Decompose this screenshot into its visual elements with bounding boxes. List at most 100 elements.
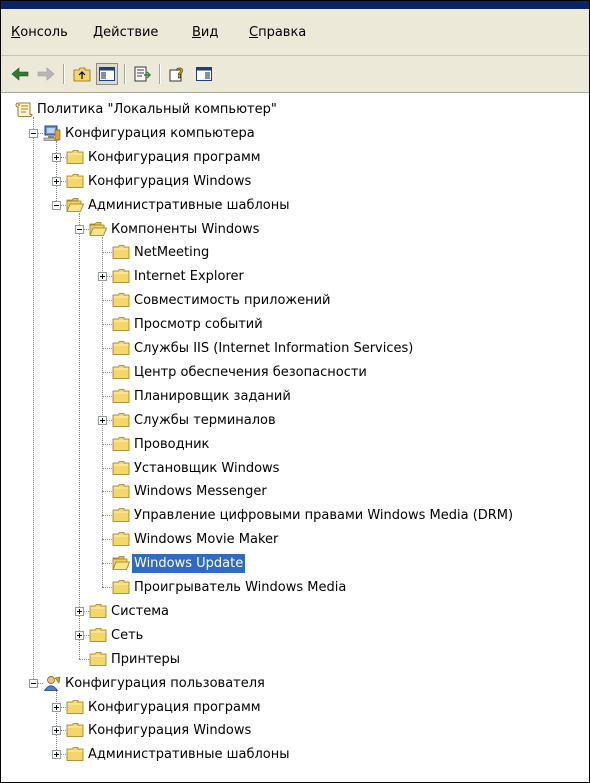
tree-node-label: Политика "Локальный компьютер" <box>37 102 277 117</box>
tree-node[interactable]: Установщик Windows <box>132 457 281 480</box>
tree-connector-line <box>102 371 112 373</box>
svg-text:?: ? <box>176 67 184 82</box>
tree-node[interactable]: Конфигурация программ <box>86 146 263 169</box>
menu-action-label: ействие <box>103 25 159 40</box>
console-tree: Политика "Локальный компьютер" Конфигурац… <box>1 93 589 782</box>
help-button[interactable]: ? <box>167 63 189 85</box>
tree-connector-line <box>102 563 112 565</box>
tree-connector-line <box>102 395 112 397</box>
folder-icon <box>66 722 84 738</box>
tree-node[interactable]: Конфигурация Windows <box>86 719 253 742</box>
tree-node-label: Проигрыватель Windows Media <box>134 580 347 595</box>
folder-open-icon <box>66 197 85 213</box>
expand-icon[interactable] <box>75 606 84 616</box>
folder-icon <box>66 173 84 189</box>
tree-node-label: Проводник <box>134 436 210 452</box>
folder-icon <box>66 746 84 762</box>
folder-icon <box>112 292 130 308</box>
tree-node[interactable]: Политика "Локальный компьютер" <box>35 98 279 121</box>
tree-node[interactable]: NetMeeting <box>132 241 211 264</box>
show-hide-tree-icon <box>99 67 115 81</box>
tree-node[interactable]: Конфигурация компьютера <box>63 122 257 145</box>
export-list-button[interactable] <box>131 63 153 85</box>
menu-help[interactable]: Справка <box>249 25 306 40</box>
tree-node[interactable]: Windows Update <box>132 552 246 575</box>
tree-node[interactable]: Административные шаблоны <box>86 743 292 766</box>
folder-icon <box>89 651 107 667</box>
tree-node-label: Центр обеспечения безопасности <box>134 364 367 380</box>
expand-icon[interactable] <box>52 750 61 760</box>
tree-node-label: Конфигурация пользователя <box>65 675 265 691</box>
tree-node[interactable]: Просмотр событий <box>132 313 265 336</box>
tree-node-label: Административные шаблоны <box>88 747 290 763</box>
up-one-level-button[interactable] <box>71 63 93 85</box>
tree-node-label: Установщик Windows <box>134 460 280 476</box>
tree-node[interactable]: Управление цифровыми правами Windows Med… <box>132 504 515 527</box>
up-folder-icon <box>73 67 91 82</box>
tree-node[interactable]: Конфигурация программ <box>86 696 263 719</box>
tree-node[interactable]: Конфигурация Windows <box>86 170 253 193</box>
tree-node[interactable]: Windows Messenger <box>132 480 269 503</box>
folder-icon <box>112 268 130 284</box>
collapse-icon[interactable] <box>29 678 38 688</box>
folder-icon <box>112 364 130 380</box>
title-bar-edge <box>1 1 589 9</box>
expand-icon[interactable] <box>52 702 61 712</box>
toolbar-separator <box>159 64 161 84</box>
folder-icon <box>89 603 107 619</box>
expand-icon[interactable] <box>52 152 61 162</box>
expand-icon[interactable] <box>98 272 107 282</box>
collapse-icon[interactable] <box>75 224 84 234</box>
tree-node[interactable]: Службы терминалов <box>132 409 278 432</box>
tree-node-label: Принтеры <box>111 651 181 667</box>
tree-node-label: Windows Movie Maker <box>134 532 279 548</box>
show-hide-tree-button[interactable] <box>96 63 118 85</box>
tree-connector-line <box>102 515 112 517</box>
tree-node[interactable]: Совместимость приложений <box>132 289 333 312</box>
tree-node[interactable]: Internet Explorer <box>132 265 246 288</box>
folder-icon <box>112 531 130 547</box>
tree-connector-line <box>102 539 112 541</box>
tree-node-label: Совместимость приложений <box>134 293 331 309</box>
menu-action[interactable]: Действие <box>93 25 158 40</box>
folder-icon <box>112 412 130 428</box>
collapse-icon[interactable] <box>52 200 61 210</box>
expand-icon[interactable] <box>98 415 107 425</box>
tree-node[interactable]: Проигрыватель Windows Media <box>132 576 348 599</box>
tree-connector-line <box>102 491 112 493</box>
tree-node[interactable]: Проводник <box>132 433 211 456</box>
tree-connector-line <box>102 467 112 469</box>
tree-connector-line <box>56 140 57 205</box>
tree-node[interactable]: Центр обеспечения безопасности <box>132 361 369 384</box>
toolbar: ? <box>1 56 589 93</box>
expand-icon[interactable] <box>52 176 61 186</box>
tree-node[interactable]: Сеть <box>109 624 145 647</box>
expand-icon[interactable] <box>52 726 61 736</box>
tree-node[interactable]: Конфигурация пользователя <box>63 672 267 695</box>
help-icon: ? <box>169 67 184 82</box>
tree-node-label: NetMeeting <box>134 245 210 261</box>
folder-icon <box>66 699 84 715</box>
tree-node[interactable]: Windows Movie Maker <box>132 528 280 551</box>
menu-console[interactable]: Консоль <box>11 25 68 40</box>
tree-node[interactable]: Система <box>109 600 171 623</box>
tree-connector-line <box>33 117 34 683</box>
tree-node[interactable]: Принтеры <box>109 648 182 671</box>
forward-button[interactable] <box>35 63 57 85</box>
folder-open-icon <box>89 221 108 237</box>
back-button[interactable] <box>9 63 31 85</box>
collapse-icon[interactable] <box>29 128 38 138</box>
tree-node[interactable]: Административные шаблоны <box>86 194 292 217</box>
tree-node[interactable]: Планировщик заданий <box>132 385 293 408</box>
expand-icon[interactable] <box>75 630 84 640</box>
tree-node[interactable]: Службы IIS (Internet Information Service… <box>132 337 415 360</box>
show-hide-action-pane-button[interactable] <box>193 63 215 85</box>
policy-scroll-icon <box>15 101 33 117</box>
tree-node[interactable]: Компоненты Windows <box>109 218 261 241</box>
menu-view[interactable]: Вид <box>192 25 218 40</box>
folder-icon <box>112 579 130 595</box>
tree-node-label: Internet Explorer <box>134 269 244 285</box>
menu-help-label: правка <box>258 25 307 40</box>
tree-node-label: Службы терминалов <box>134 412 276 428</box>
tree-node-label: Просмотр событий <box>134 317 263 333</box>
